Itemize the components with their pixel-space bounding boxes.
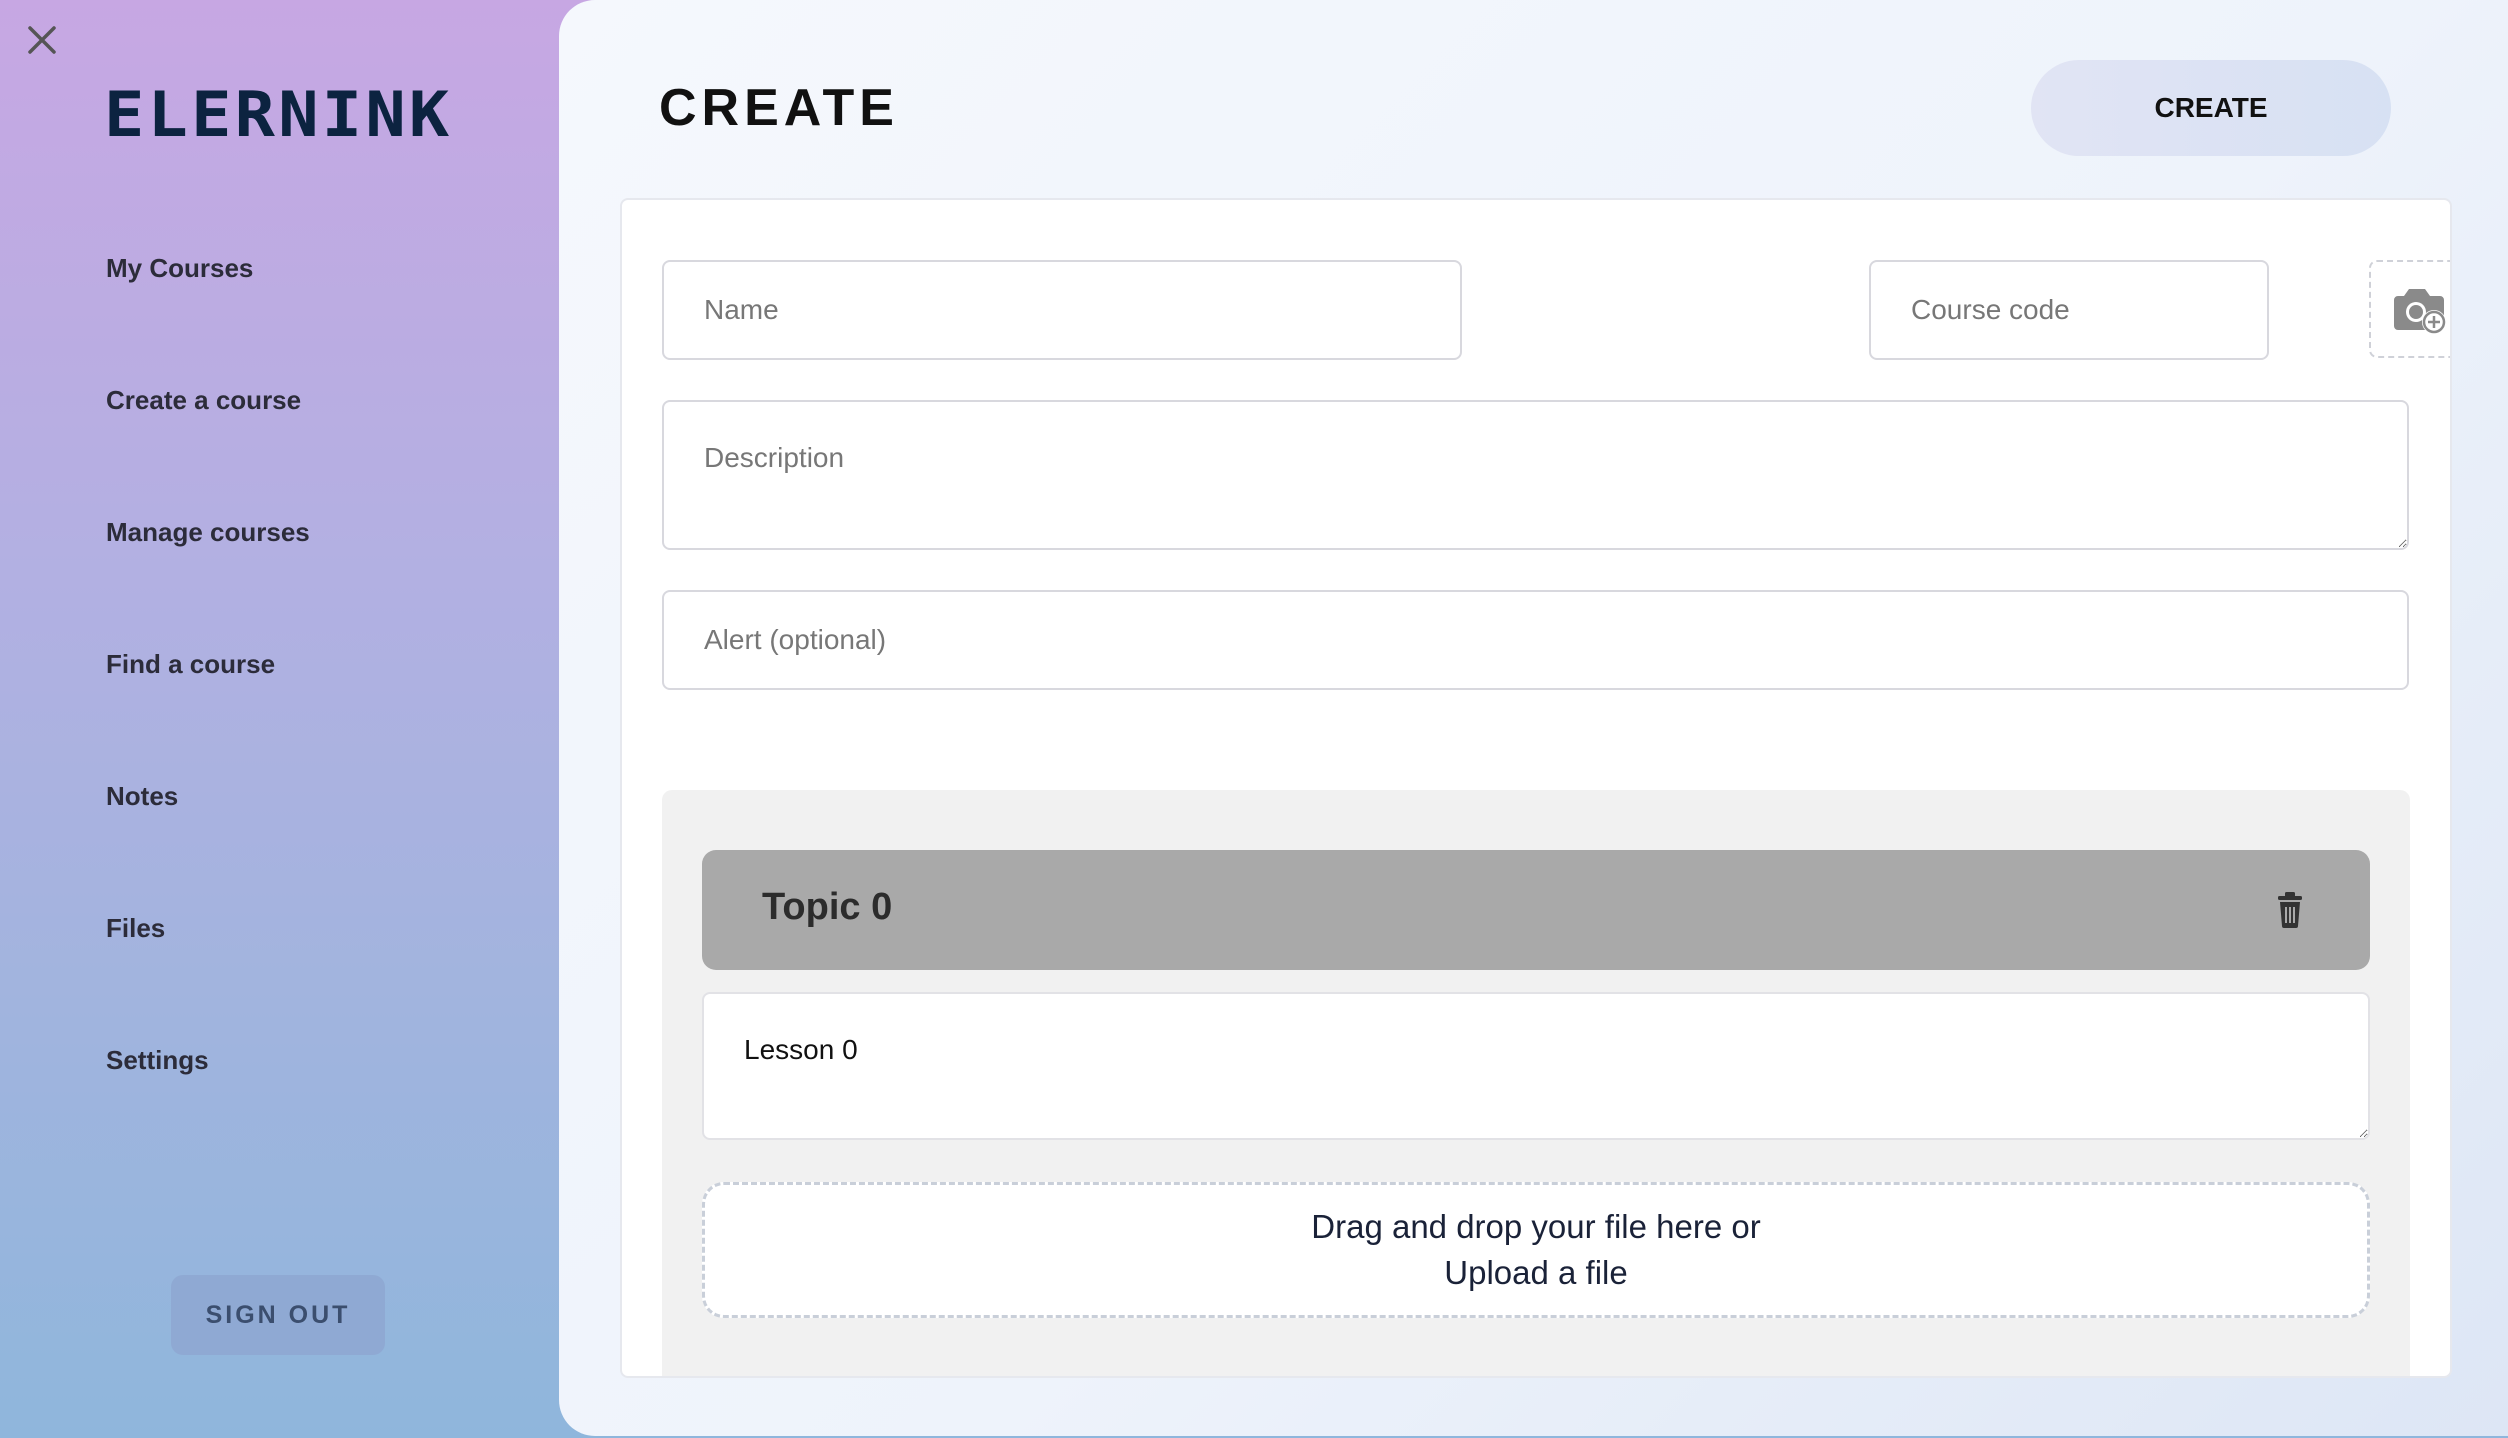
topics-section: Topic 0 Lesson 0 Drag and drop your file… xyxy=(662,790,2410,1376)
sidebar: ELERNINK My Courses Create a course Mana… xyxy=(0,0,560,1438)
camera-plus-icon xyxy=(2394,289,2446,334)
dropzone-text: Drag and drop your file here or xyxy=(1311,1208,1761,1245)
trash-icon[interactable] xyxy=(2270,890,2310,930)
course-form-card: Topic 0 Lesson 0 Drag and drop your file… xyxy=(620,198,2452,1378)
topic-header[interactable]: Topic 0 xyxy=(702,850,2370,970)
upload-file-link[interactable]: Upload a file xyxy=(1444,1250,1627,1296)
name-input[interactable] xyxy=(662,260,1462,360)
add-photo-button[interactable] xyxy=(2369,260,2450,358)
sidebar-item-notes[interactable]: Notes xyxy=(106,781,178,812)
sidebar-item-manage-courses[interactable]: Manage courses xyxy=(106,517,310,548)
sidebar-item-find-course[interactable]: Find a course xyxy=(106,649,275,680)
lesson-input[interactable]: Lesson 0 xyxy=(702,992,2370,1140)
sidebar-item-files[interactable]: Files xyxy=(106,913,165,944)
file-dropzone[interactable]: Drag and drop your file here or Upload a… xyxy=(702,1182,2370,1318)
main-panel: CREATE CREATE Topic 0 xyxy=(559,0,2508,1436)
close-icon[interactable] xyxy=(22,20,62,60)
alert-input[interactable] xyxy=(662,590,2409,690)
sidebar-item-my-courses[interactable]: My Courses xyxy=(106,253,253,284)
page-title: CREATE xyxy=(659,79,899,137)
sidebar-item-settings[interactable]: Settings xyxy=(106,1045,209,1076)
sign-out-button[interactable]: SIGN OUT xyxy=(171,1275,385,1355)
sidebar-item-create-course[interactable]: Create a course xyxy=(106,385,301,416)
course-code-input[interactable] xyxy=(1869,260,2269,360)
topic-title: Topic 0 xyxy=(762,886,893,928)
create-button[interactable]: CREATE xyxy=(2031,60,2391,156)
app-logo[interactable]: ELERNINK xyxy=(104,78,452,151)
description-input[interactable] xyxy=(662,400,2409,550)
